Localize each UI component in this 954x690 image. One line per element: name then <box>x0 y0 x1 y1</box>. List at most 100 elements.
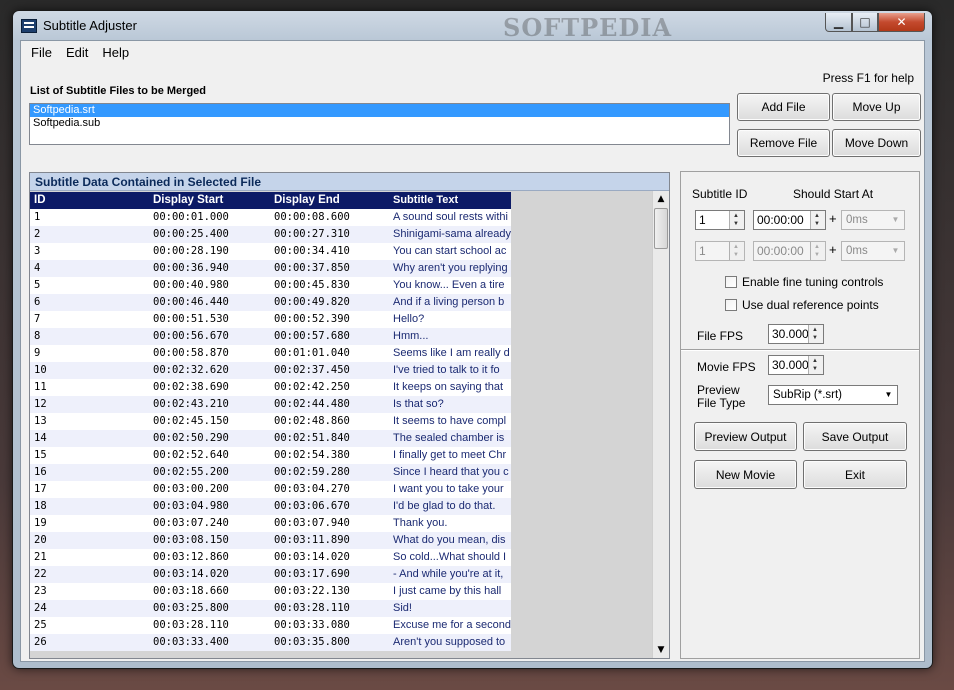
spinner-arrows-icon[interactable] <box>729 211 744 229</box>
cell-display-end[interactable]: 00:03:06.670 <box>270 498 389 515</box>
cell-id[interactable]: 3 <box>30 243 149 260</box>
cell-display-start[interactable]: 00:00:25.400 <box>149 226 270 243</box>
table-row[interactable]: 20 00:03:08.150 00:03:11.890 What do you me… <box>30 532 511 549</box>
cell-display-start[interactable]: 00:03:07.240 <box>149 515 270 532</box>
dual-ref-label[interactable]: Use dual reference points <box>742 298 879 312</box>
cell-display-end[interactable]: 00:00:37.850 <box>270 260 389 277</box>
cell-subtitle-text[interactable]: Thank you. <box>389 515 511 532</box>
cell-display-start[interactable]: 00:00:56.670 <box>149 328 270 345</box>
cell-id[interactable]: 8 <box>30 328 149 345</box>
table-row[interactable]: 25 00:03:28.110 00:03:33.080 Excuse me for … <box>30 617 511 634</box>
title-bar[interactable]: Subtitle Adjuster SOFTPEDIA ▁ □ ✕ <box>13 11 932 42</box>
maximize-button[interactable]: □ <box>852 13 878 32</box>
cell-id[interactable]: 21 <box>30 549 149 566</box>
subtitle-files-list[interactable]: Softpedia.srt Softpedia.sub <box>29 103 730 145</box>
cell-display-end[interactable]: 00:00:27.310 <box>270 226 389 243</box>
scroll-thumb[interactable] <box>654 208 668 249</box>
spinner-arrows-icon[interactable] <box>808 325 823 343</box>
file-fps-spinner[interactable]: 30.000 <box>768 324 824 344</box>
cell-display-start[interactable]: 00:02:52.640 <box>149 447 270 464</box>
cell-subtitle-text[interactable]: It keeps on saying that <box>389 379 511 396</box>
menu-edit[interactable]: Edit <box>59 45 95 60</box>
cell-id[interactable]: 13 <box>30 413 149 430</box>
cell-display-start[interactable]: 00:00:51.530 <box>149 311 270 328</box>
start-time-spinner[interactable]: 00:00:00 <box>753 210 826 230</box>
cell-subtitle-text[interactable]: And if a living person b <box>389 294 511 311</box>
table-row[interactable]: 24 00:03:25.800 00:03:28.110 Sid! <box>30 600 511 617</box>
chevron-down-icon[interactable]: ▼ <box>881 387 896 403</box>
table-row[interactable]: 13 00:02:45.150 00:02:48.860 It seems to ha… <box>30 413 511 430</box>
cell-display-end[interactable]: 00:02:54.380 <box>270 447 389 464</box>
cell-subtitle-text[interactable]: It seems to have compl <box>389 413 511 430</box>
cell-subtitle-text[interactable]: Since I heard that you c <box>389 464 511 481</box>
cell-id[interactable]: 22 <box>30 566 149 583</box>
cell-display-start[interactable]: 00:02:55.200 <box>149 464 270 481</box>
cell-id[interactable]: 18 <box>30 498 149 515</box>
scroll-down-icon[interactable]: ▼ <box>653 642 669 658</box>
chevron-down-icon[interactable]: ▼ <box>888 243 903 259</box>
table-row[interactable]: 17 00:03:00.200 00:03:04.270 I want you to … <box>30 481 511 498</box>
cell-display-end[interactable]: 00:03:35.800 <box>270 634 389 651</box>
cell-display-end[interactable]: 00:02:44.480 <box>270 396 389 413</box>
subtitle-id-2-spinner[interactable]: 1 <box>695 241 745 261</box>
col-header-id[interactable]: ID <box>30 192 149 209</box>
cell-display-start[interactable]: 00:02:32.620 <box>149 362 270 379</box>
col-header-start[interactable]: Display Start <box>149 192 270 209</box>
movie-fps-spinner[interactable]: 30.000 <box>768 355 824 375</box>
cell-id[interactable]: 7 <box>30 311 149 328</box>
cell-id[interactable]: 4 <box>30 260 149 277</box>
cell-display-end[interactable]: 00:00:57.680 <box>270 328 389 345</box>
exit-button[interactable]: Exit <box>803 460 907 489</box>
subtitle-data-grid[interactable]: Subtitle Data Contained in Selected File… <box>29 172 670 659</box>
cell-display-start[interactable]: 00:02:50.290 <box>149 430 270 447</box>
cell-display-end[interactable]: 00:02:37.450 <box>270 362 389 379</box>
cell-display-end[interactable]: 00:03:33.080 <box>270 617 389 634</box>
cell-display-end[interactable]: 00:00:08.600 <box>270 209 389 226</box>
spinner-arrows-icon[interactable] <box>729 242 744 260</box>
file-list-item[interactable]: Softpedia.sub <box>30 117 729 130</box>
cell-display-end[interactable]: 00:02:51.840 <box>270 430 389 447</box>
offset-ms-select[interactable]: 0ms ▼ <box>841 210 905 230</box>
cell-subtitle-text[interactable]: Excuse me for a second <box>389 617 511 634</box>
table-row[interactable]: 3 00:00:28.190 00:00:34.410 You can start s… <box>30 243 511 260</box>
cell-id[interactable]: 17 <box>30 481 149 498</box>
move-down-button[interactable]: Move Down <box>832 129 921 157</box>
file-type-select[interactable]: SubRip (*.srt) ▼ <box>768 385 898 405</box>
cell-display-end[interactable]: 00:03:07.940 <box>270 515 389 532</box>
cell-id[interactable]: 14 <box>30 430 149 447</box>
col-header-text[interactable]: Subtitle Text <box>389 192 511 209</box>
cell-display-start[interactable]: 00:00:46.440 <box>149 294 270 311</box>
cell-display-start[interactable]: 00:03:28.110 <box>149 617 270 634</box>
spinner-arrows-icon[interactable] <box>808 356 823 374</box>
cell-id[interactable]: 1 <box>30 209 149 226</box>
cell-display-start[interactable]: 00:00:36.940 <box>149 260 270 277</box>
cell-subtitle-text[interactable]: What do you mean, dis <box>389 532 511 549</box>
table-row[interactable]: 26 00:03:33.400 00:03:35.800 Aren't you sup… <box>30 634 511 651</box>
table-row[interactable]: 8 00:00:56.670 00:00:57.680 Hmm... <box>30 328 511 345</box>
cell-display-end[interactable]: 00:01:01.040 <box>270 345 389 362</box>
cell-id[interactable]: 9 <box>30 345 149 362</box>
cell-display-start[interactable]: 00:03:12.860 <box>149 549 270 566</box>
cell-id[interactable]: 5 <box>30 277 149 294</box>
table-row[interactable]: 7 00:00:51.530 00:00:52.390 Hello? <box>30 311 511 328</box>
fine-tuning-label[interactable]: Enable fine tuning controls <box>742 275 883 289</box>
cell-display-end[interactable]: 00:03:22.130 <box>270 583 389 600</box>
fine-tuning-checkbox[interactable] <box>725 276 737 288</box>
cell-subtitle-text[interactable]: Sid! <box>389 600 511 617</box>
cell-subtitle-text[interactable]: I just came by this hall <box>389 583 511 600</box>
remove-file-button[interactable]: Remove File <box>737 129 830 157</box>
save-output-button[interactable]: Save Output <box>803 422 907 451</box>
cell-id[interactable]: 10 <box>30 362 149 379</box>
table-row[interactable]: 1 00:00:01.000 00:00:08.600 A sound soul re… <box>30 209 511 226</box>
cell-display-start[interactable]: 00:03:33.400 <box>149 634 270 651</box>
start-time-2-spinner[interactable]: 00:00:00 <box>753 241 826 261</box>
cell-id[interactable]: 25 <box>30 617 149 634</box>
cell-id[interactable]: 6 <box>30 294 149 311</box>
cell-display-end[interactable]: 00:03:28.110 <box>270 600 389 617</box>
cell-subtitle-text[interactable]: Seems like I am really d <box>389 345 511 362</box>
cell-display-start[interactable]: 00:00:01.000 <box>149 209 270 226</box>
cell-id[interactable]: 15 <box>30 447 149 464</box>
cell-id[interactable]: 20 <box>30 532 149 549</box>
cell-id[interactable]: 23 <box>30 583 149 600</box>
spinner-arrows-icon[interactable] <box>810 242 825 260</box>
